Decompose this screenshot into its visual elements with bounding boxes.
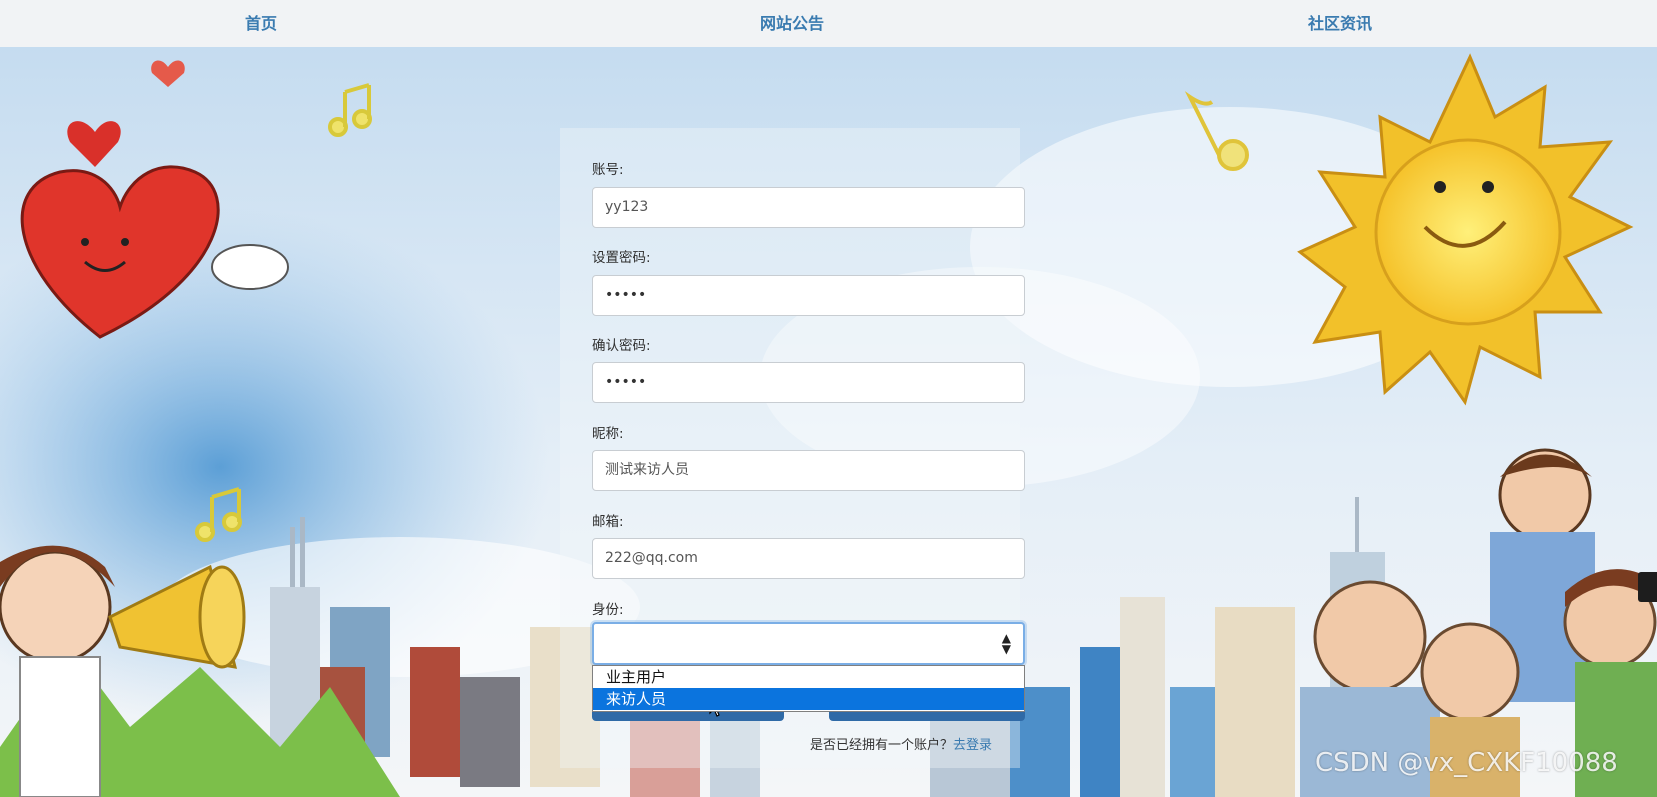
login-prompt-text: 是否已经拥有一个账户？ (810, 738, 954, 753)
nickname-input[interactable]: 测试来访人员 (592, 450, 1025, 491)
email-label: 邮箱: (592, 514, 624, 530)
email-input[interactable]: 222@qq.com (592, 538, 1025, 579)
identity-label: 身份: (592, 602, 624, 618)
identity-select[interactable]: ▲ ▼ (592, 622, 1025, 665)
confirm-password-label: 确认密码: (592, 338, 651, 354)
confirm-password-input[interactable]: ••••• (592, 362, 1025, 403)
nav-home[interactable]: 首页 (161, 0, 361, 47)
register-button[interactable] (592, 712, 784, 721)
watermark: CSDN @vx_CXKF10088 (1315, 748, 1618, 778)
reset-button[interactable] (829, 712, 1025, 721)
nickname-label: 昵称: (592, 426, 624, 442)
side-widget-icon[interactable] (1638, 572, 1657, 602)
nav-announcements[interactable]: 网站公告 (692, 0, 892, 47)
select-updown-icon: ▲ ▼ (1001, 631, 1011, 656)
option-owner-user[interactable]: 业主用户 (593, 666, 1024, 688)
top-nav: 首页 网站公告 社区资讯 (0, 0, 1657, 47)
password-label: 设置密码: (592, 250, 651, 266)
nav-community-news[interactable]: 社区资讯 (1240, 0, 1440, 47)
login-hint: 是否已经拥有一个账户？去登录 (810, 734, 992, 753)
go-login-link[interactable]: 去登录 (953, 738, 992, 753)
account-input[interactable]: yy123 (592, 187, 1025, 228)
password-input[interactable]: ••••• (592, 275, 1025, 316)
identity-dropdown: 业主用户 来访人员 (592, 665, 1025, 712)
option-visitor[interactable]: 来访人员 (593, 688, 1024, 710)
account-label: 账号: (592, 162, 624, 178)
